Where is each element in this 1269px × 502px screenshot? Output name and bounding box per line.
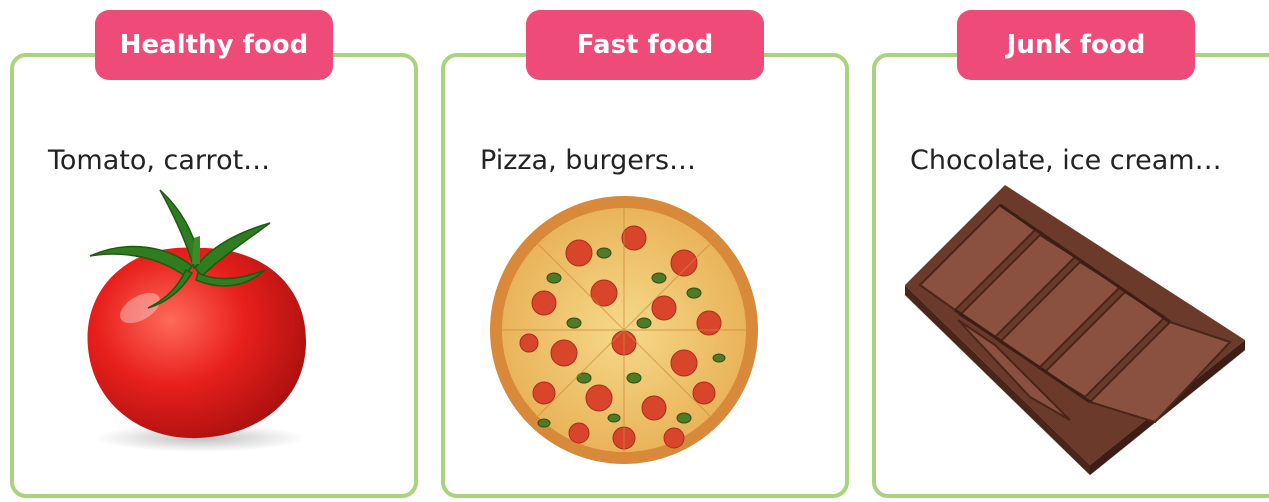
tomato-image bbox=[87, 189, 307, 452]
pizza-image bbox=[490, 196, 758, 464]
healthy-food-heading: Healthy food bbox=[95, 10, 333, 80]
fast-food-examples: Pizza, burgers… bbox=[480, 145, 697, 176]
chocolate-bar-image bbox=[904, 185, 1246, 476]
fast-food-heading: Fast food bbox=[526, 10, 764, 80]
healthy-food-examples: Tomato, carrot… bbox=[48, 145, 271, 176]
junk-food-heading: Junk food bbox=[957, 10, 1195, 80]
junk-food-examples: Chocolate, ice cream… bbox=[910, 145, 1222, 176]
